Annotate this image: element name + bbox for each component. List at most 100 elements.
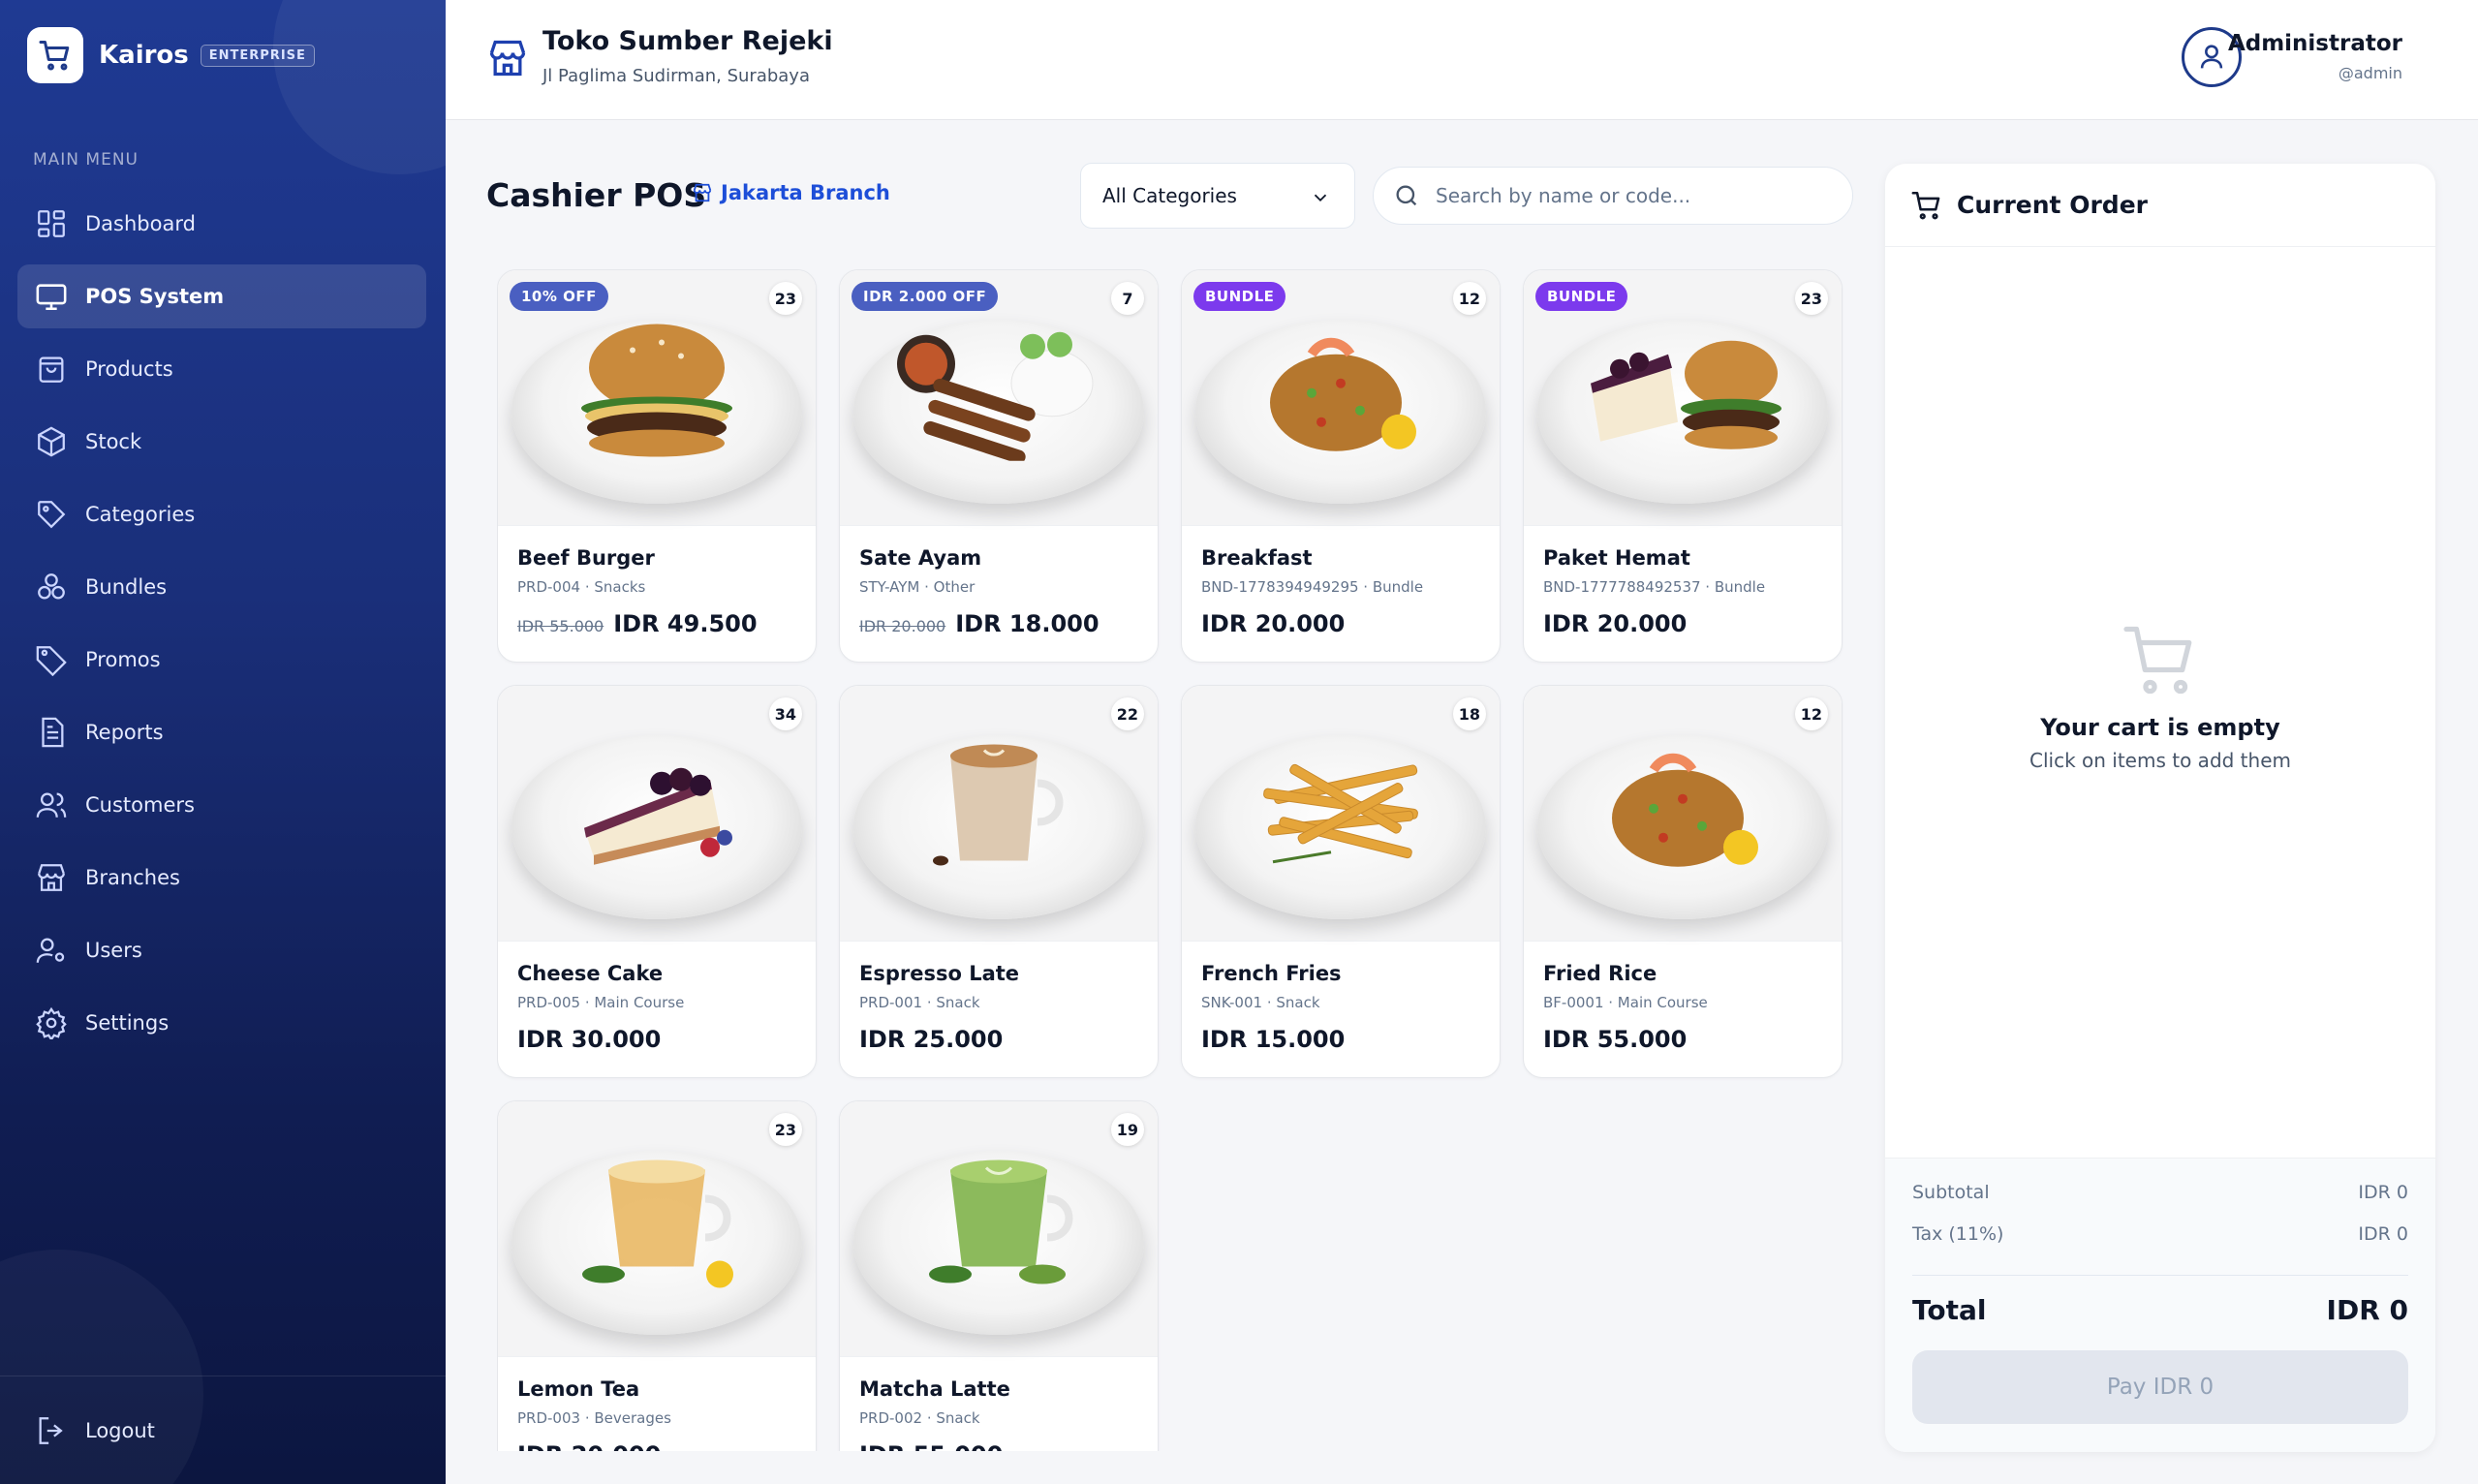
product-price-row: IDR 20.000 [1201,610,1345,637]
sidebar-item-products[interactable]: Products [17,337,426,401]
stock-count: 22 [1110,697,1144,730]
plate-illustration [853,734,1144,919]
sidebar-item-label: Dashboard [85,212,196,235]
product-image: 12 [1524,686,1842,942]
store-address: Jl Paglima Sudirman, Surabaya [542,66,810,86]
users-icon [36,792,67,818]
product-image: 23 [498,1101,816,1357]
product-card[interactable]: 34 Cheese Cake PRD-005 · Main Course IDR… [497,685,817,1078]
product-card[interactable]: 10% OFF 23 Beef Burger PRD-004 · Snacks … [497,269,817,663]
sidebar-item-label: Settings [85,1011,170,1035]
store-icon [38,864,65,891]
page-title: Cashier POS [486,176,707,214]
product-price-row: IDR 55.000 [859,1441,1003,1451]
product-image: BUNDLE 23 [1524,270,1842,526]
product-price: IDR 15.000 [1201,1026,1346,1053]
product-name: French Fries [1201,962,1342,985]
brand-name: Kairos [99,41,189,70]
product-price: IDR 25.000 [859,1026,1004,1053]
user-handle: @admin [2338,64,2402,82]
sidebar-item-pos-system[interactable]: POS System [17,264,426,328]
stock-count: 12 [1452,282,1486,315]
product-image: BUNDLE 12 [1182,270,1500,526]
product-meta: BND-1778394949295 · Bundle [1201,578,1424,596]
sidebar-item-stock[interactable]: Stock [17,410,426,474]
user-name: Administrator [2227,31,2402,56]
branch-name: Jakarta Branch [721,181,890,204]
empty-cart-icon [2123,626,2192,695]
product-card[interactable]: 19 Matcha Latte PRD-002 · Snack IDR 55.0… [839,1100,1159,1451]
total-label: Total [1912,1294,1987,1326]
product-meta: STY-AYM · Other [859,578,976,596]
store-icon [693,183,712,202]
stock-count: 34 [768,697,802,730]
product-card[interactable]: IDR 2.000 OFF 7 Sate Ayam STY-AYM · Othe… [839,269,1159,663]
stock-count: 23 [768,282,802,315]
dashboard-icon [38,210,65,237]
product-price: IDR 20.000 [1201,610,1346,637]
product-price-row: IDR 55.000 IDR 49.500 [517,610,758,637]
product-card[interactable]: 12 Fried Rice BF-0001 · Main Course IDR … [1523,685,1843,1078]
sidebar-item-label: Reports [85,721,164,744]
product-card[interactable]: BUNDLE 12 Breakfast BND-1778394949295 · … [1181,269,1501,663]
product-price: IDR 18.000 [955,610,1100,637]
product-price-row: IDR 55.000 [1543,1026,1687,1053]
sidebar-item-promos[interactable]: Promos [17,628,426,692]
product-name: Lemon Tea [517,1377,640,1401]
sidebar-nav: Dashboard POS System Products Stock Cate… [17,192,426,1064]
bundle-icon [38,573,65,600]
product-price-row: IDR 15.000 [1201,1026,1345,1053]
product-card[interactable]: BUNDLE 23 Paket Hemat BND-1777788492537 … [1523,269,1843,663]
category-select[interactable]: All Categories [1080,163,1355,229]
product-card[interactable]: 18 French Fries SNK-001 · Snack IDR 15.0… [1181,685,1501,1078]
tea-illustration [555,1150,759,1299]
top-bar: Toko Sumber Rejeki Jl Paglima Sudirman, … [446,0,2478,120]
product-image: 10% OFF 23 [498,270,816,526]
bundle-badge: BUNDLE [1193,282,1286,311]
sidebar-item-customers[interactable]: Customers [17,773,426,837]
product-meta: PRD-002 · Snack [859,1409,980,1427]
report-icon [42,717,64,748]
sidebar-item-label: Branches [85,866,180,889]
cart-icon [1911,191,1940,219]
plate-illustration [511,734,802,919]
tax-value: IDR 0 [2358,1223,2408,1245]
cart-logo-icon [27,27,83,83]
sidebar-item-reports[interactable]: Reports [17,700,426,764]
branch-selector[interactable]: Jakarta Branch [692,181,890,204]
product-price-row: IDR 20.000 IDR 18.000 [859,610,1100,637]
stock-count: 23 [1794,282,1828,315]
product-price: IDR 55.000 [1543,1026,1688,1053]
product-card[interactable]: 23 Lemon Tea PRD-003 · Beverages IDR 20.… [497,1100,817,1451]
product-image: 34 [498,686,816,942]
sidebar-item-users[interactable]: Users [17,918,426,982]
search-input[interactable] [1436,184,1843,207]
product-grid: 10% OFF 23 Beef Burger PRD-004 · Snacks … [497,269,1843,1451]
search-icon [1396,185,1417,206]
product-image: 18 [1182,686,1500,942]
product-price: IDR 20.000 [517,1441,661,1451]
stock-count: 7 [1111,282,1144,315]
sidebar-item-branches[interactable]: Branches [17,846,426,910]
product-image: 19 [840,1101,1158,1357]
gear-icon [36,1006,67,1039]
pay-button[interactable]: Pay IDR 0 [1912,1350,2408,1424]
rice-illustration [1244,325,1438,464]
sidebar-item-settings[interactable]: Settings [17,991,426,1055]
tax-row: Tax (11%) IDR 0 [1912,1223,2408,1245]
combo-illustration [1571,325,1794,464]
plate-illustration [511,1150,802,1335]
search-box[interactable] [1373,167,1853,225]
coffee-illustration [902,734,1096,883]
logout-button[interactable]: Logout [0,1376,446,1484]
sidebar-item-dashboard[interactable]: Dashboard [17,192,426,256]
brand[interactable]: Kairos ENTERPRISE [27,27,315,83]
sidebar-item-bundles[interactable]: Bundles [17,555,426,619]
product-name: Sate Ayam [859,546,982,570]
product-meta: BND-1777788492537 · Bundle [1543,578,1766,596]
product-meta: PRD-003 · Beverages [517,1409,671,1427]
sidebar-item-label: Stock [85,430,142,453]
matcha-illustration [897,1150,1100,1299]
sidebar-item-categories[interactable]: Categories [17,482,426,546]
product-card[interactable]: 22 Espresso Late PRD-001 · Snack IDR 25.… [839,685,1159,1078]
